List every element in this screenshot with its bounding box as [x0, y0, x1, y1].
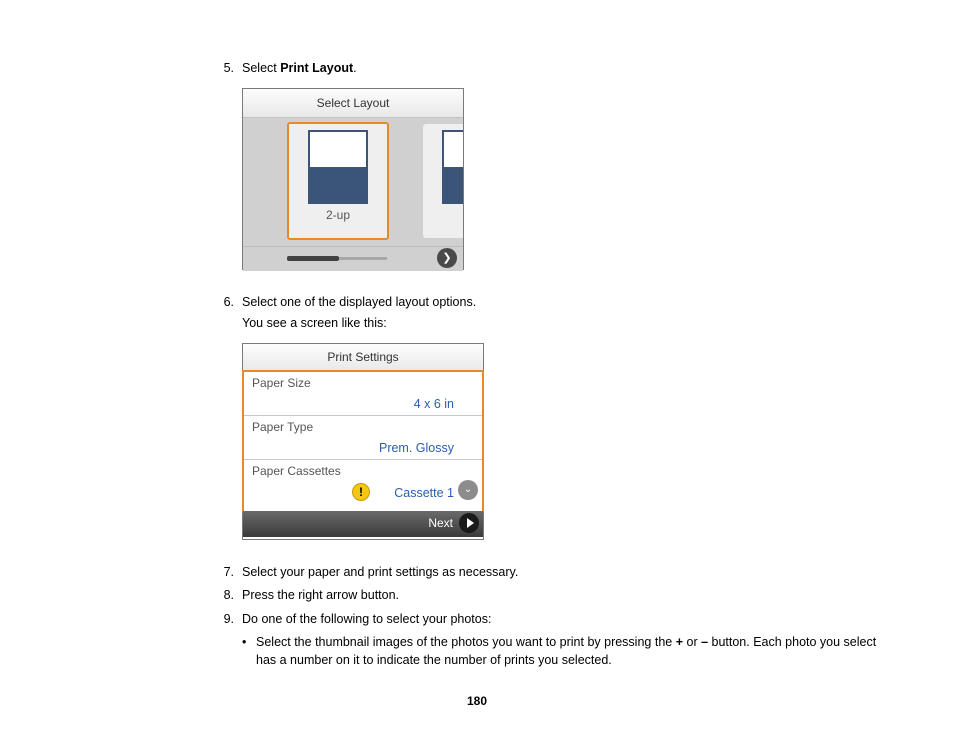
step-8: 8. Press the right arrow button. — [210, 587, 894, 605]
scroll-right-icon[interactable]: ❯ — [437, 248, 457, 268]
layout-label: 2-up — [289, 208, 387, 222]
next-button-icon[interactable] — [459, 513, 479, 533]
bold-text: Print Layout — [280, 61, 353, 75]
bullet-icon: • — [242, 634, 256, 669]
text: or — [683, 635, 701, 649]
step-9: 9. Do one of the following to select you… — [210, 611, 894, 629]
setting-paper-type[interactable]: Paper Type Prem. Glossy — [244, 416, 482, 460]
next-label: Next — [428, 516, 453, 530]
text: You see a screen like this: — [242, 315, 894, 333]
text: Select the thumbnail images of the photo… — [256, 635, 676, 649]
bold-text: – — [701, 635, 708, 649]
screenshot-print-settings: Print Settings Paper Size 4 x 6 in Paper… — [242, 343, 484, 540]
text: Select — [242, 61, 280, 75]
setting-label: Paper Cassettes — [252, 464, 341, 478]
step-body: Select your paper and print settings as … — [242, 564, 894, 582]
step-number: 9. — [210, 611, 242, 629]
layout-label: 4- — [423, 208, 463, 222]
layout-canvas: 2-up 4- — [243, 118, 463, 246]
step-6: 6. Select one of the displayed layout op… — [210, 294, 894, 333]
setting-value: Prem. Glossy — [379, 441, 454, 455]
layout-thumbnail — [442, 130, 463, 204]
text: . — [353, 61, 356, 75]
step-5: 5. Select Print Layout. — [210, 60, 894, 78]
step-number: 7. — [210, 564, 242, 582]
setting-label: Paper Type — [252, 420, 313, 434]
step-7: 7. Select your paper and print settings … — [210, 564, 894, 582]
warning-icon: ! — [352, 483, 370, 501]
bullet-item: • Select the thumbnail images of the pho… — [242, 634, 894, 669]
bold-text: + — [676, 635, 683, 649]
footer-bar: Next — [243, 511, 483, 537]
setting-label: Paper Size — [252, 376, 311, 390]
text: Select one of the displayed layout optio… — [242, 294, 894, 312]
setting-value: 4 x 6 in — [414, 397, 454, 411]
setting-paper-cassettes[interactable]: Paper Cassettes ! Cassette 1 ⌄ — [244, 460, 482, 504]
scroll-down-icon[interactable]: ⌄ — [458, 480, 478, 500]
step-body: Do one of the following to select your p… — [242, 611, 894, 629]
manual-page: 5. Select Print Layout. Select Layout 2-… — [0, 0, 954, 669]
scroll-thumb[interactable] — [287, 256, 339, 261]
step-number: 5. — [210, 60, 242, 78]
setting-value: Cassette 1 — [394, 486, 454, 500]
scroll-bar: ❯ — [243, 246, 463, 271]
step-number: 8. — [210, 587, 242, 605]
screenshot-select-layout: Select Layout 2-up 4- ❯ — [242, 88, 464, 270]
screen-title: Print Settings — [243, 344, 483, 371]
setting-paper-size[interactable]: Paper Size 4 x 6 in — [244, 372, 482, 416]
screen-title: Select Layout — [243, 89, 463, 118]
settings-list: Paper Size 4 x 6 in Paper Type Prem. Glo… — [242, 370, 484, 512]
page-number: 180 — [0, 694, 954, 708]
layout-option-2up[interactable]: 2-up — [287, 122, 389, 240]
step-number: 6. — [210, 294, 242, 333]
step-body: Press the right arrow button. — [242, 587, 894, 605]
layout-option-4[interactable]: 4- — [423, 124, 463, 238]
step-body: Select one of the displayed layout optio… — [242, 294, 894, 333]
layout-thumbnail — [308, 130, 368, 204]
step-body: Select Print Layout. — [242, 60, 894, 78]
bullet-text: Select the thumbnail images of the photo… — [256, 634, 894, 669]
